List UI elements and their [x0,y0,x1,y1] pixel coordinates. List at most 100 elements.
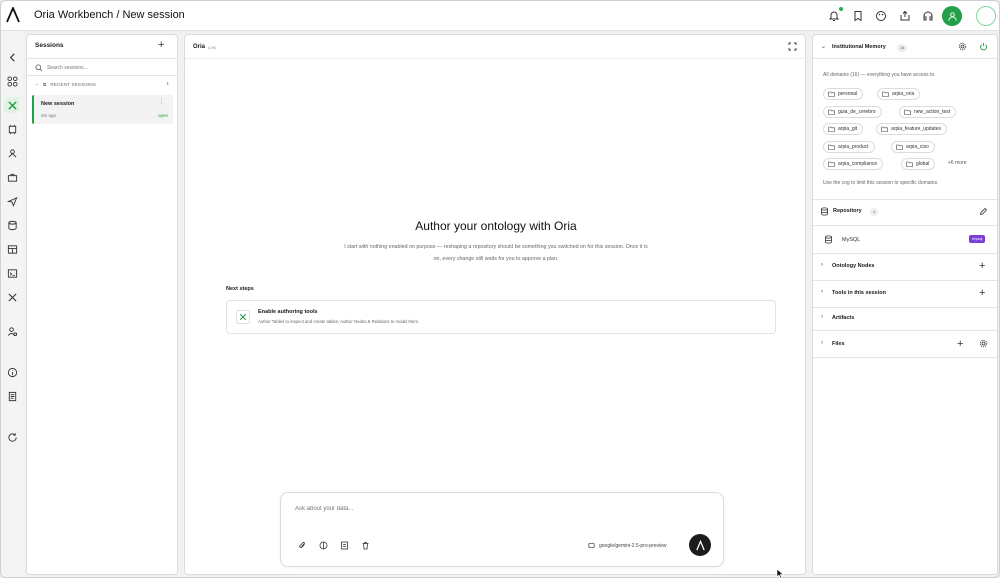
folder-icon [828,126,835,132]
chip-icon[interactable] [5,122,19,136]
domain-chip[interactable]: arpia_compliance [823,158,884,170]
user-button[interactable] [942,6,962,26]
add-tool-plus-icon[interactable]: + [979,288,985,299]
add-ontology-node-plus-icon[interactable]: + [979,261,985,272]
search-input[interactable] [47,62,167,74]
refresh-icon[interactable] [5,430,19,444]
search-icon [35,64,43,72]
domain-label: guia_de_cerebro [838,109,876,115]
domain-chip[interactable]: personal [823,88,864,100]
attach-icon[interactable] [298,541,307,550]
share-icon[interactable] [896,7,914,25]
brain-icon[interactable] [319,541,328,550]
left-nav-rail [1,31,23,577]
send-logo-icon [695,539,705,550]
app-logo-icon[interactable] [6,7,20,23]
domain-label: arpia_compliance [838,161,878,167]
domain-chip[interactable]: arpia_product [823,141,875,153]
domain-chip[interactable]: new_action_test [899,106,957,118]
dashboard-icon[interactable] [5,74,19,88]
chat-header: Oria 4.96 [185,35,807,59]
tools-section[interactable]: Tools in this session [832,290,886,296]
hero-subtitle: I start with nothing enabled on purpose … [344,244,648,262]
cog-note: Use the cog to limit this session to spe… [823,180,939,186]
domain-chip[interactable]: arpia_feature_updates [876,123,948,135]
domain-chip[interactable]: arpia_ciso [891,141,935,153]
database-icon[interactable] [5,218,19,232]
expand-icon[interactable] [788,42,797,51]
recent-sessions-header[interactable]: ⌄ ⧉ RECENT SESSIONS [35,81,96,87]
tools-icon[interactable] [5,290,19,304]
divider [813,199,999,200]
hero-title: Author your ontology with Oria [415,219,577,233]
memory-title: Institutional Memory [832,44,886,50]
folder-icon [882,91,889,97]
back-chevron-icon[interactable] [5,50,19,64]
info-icon[interactable] [5,365,19,379]
settings-cog-icon[interactable] [958,42,967,51]
chevron-right-icon[interactable]: › [821,340,823,346]
artifacts-section[interactable]: Artifacts [832,315,854,321]
domain-label: global [916,161,930,167]
edit-pencil-icon[interactable] [979,207,988,216]
recent-sessions-label: RECENT SESSIONS [50,81,97,87]
recent-sessions-count: 1 [166,81,169,86]
domain-chip[interactable]: global [901,158,936,170]
app-window: Oria Workbench / New session Sessions + [0,0,1000,578]
chevron-right-icon[interactable]: › [821,262,823,268]
database-icon [821,207,828,216]
divider [813,280,999,281]
terminal-icon[interactable] [5,266,19,280]
palette-icon[interactable] [872,7,890,25]
avatar[interactable] [976,6,996,26]
tools-icon [236,310,250,324]
message-composer: google/gemini-2.5-pro-preview [280,492,724,567]
table-icon[interactable] [5,242,19,256]
user-icon [947,11,957,21]
kebab-menu-icon[interactable]: ⋮ [158,98,165,105]
ontology-nodes-section[interactable]: Ontology Nodes [832,263,874,269]
folder-icon [828,109,835,115]
session-list-item[interactable]: New session ⋮ 4m ago open [32,95,173,124]
add-file-plus-icon[interactable]: + [957,339,963,350]
send-button[interactable] [689,534,711,556]
document-icon[interactable] [340,541,349,550]
folder-icon [828,161,835,167]
docs-icon[interactable] [5,389,19,403]
files-section[interactable]: Files [832,341,845,347]
chevron-right-icon[interactable]: › [821,314,823,320]
domain-label: arpia_feature_updates [891,126,942,132]
domain-label: arpia_git [838,126,858,132]
card-title: Enable authoring tools [258,309,318,315]
domain-chip[interactable]: guia_de_cerebro [823,106,882,118]
domain-chip[interactable]: arpia_git [823,123,864,135]
assistant-name: Oria [193,44,206,50]
power-icon[interactable] [979,42,988,51]
user-settings-icon[interactable] [5,324,19,338]
domain-label: arpia_ciso [906,144,929,150]
model-selector[interactable]: google/gemini-2.5-pro-preview [588,542,667,549]
memory-header[interactable]: ⌄ Institutional Memory 14 [813,35,999,59]
domain-chip[interactable]: arpia_oria [877,88,921,100]
breadcrumb: Oria Workbench / New session [34,9,185,21]
new-session-plus-icon[interactable]: + [158,40,164,51]
files-settings-cog-icon[interactable] [979,339,988,348]
divider [813,253,999,254]
repository-type-badge: mysql [969,235,986,243]
briefcase-icon[interactable] [5,170,19,184]
domain-label: personal [838,91,858,97]
more-domains-link[interactable]: +6 more [948,160,966,166]
divider [813,307,999,308]
headset-icon[interactable] [919,7,937,25]
assistant-version: 4.96 [208,45,216,50]
workbench-icon[interactable] [4,97,20,113]
message-input[interactable] [295,506,595,518]
folder-icon [904,109,911,115]
graph-icon[interactable] [5,146,19,160]
chevron-right-icon[interactable]: › [821,289,823,295]
enable-authoring-card[interactable]: Enable authoring tools Author Tables to … [226,300,776,334]
send-icon[interactable] [5,194,19,208]
trash-icon[interactable] [361,541,370,550]
bookmark-icon[interactable] [849,7,867,25]
repository-item[interactable]: MySQL [842,237,860,243]
